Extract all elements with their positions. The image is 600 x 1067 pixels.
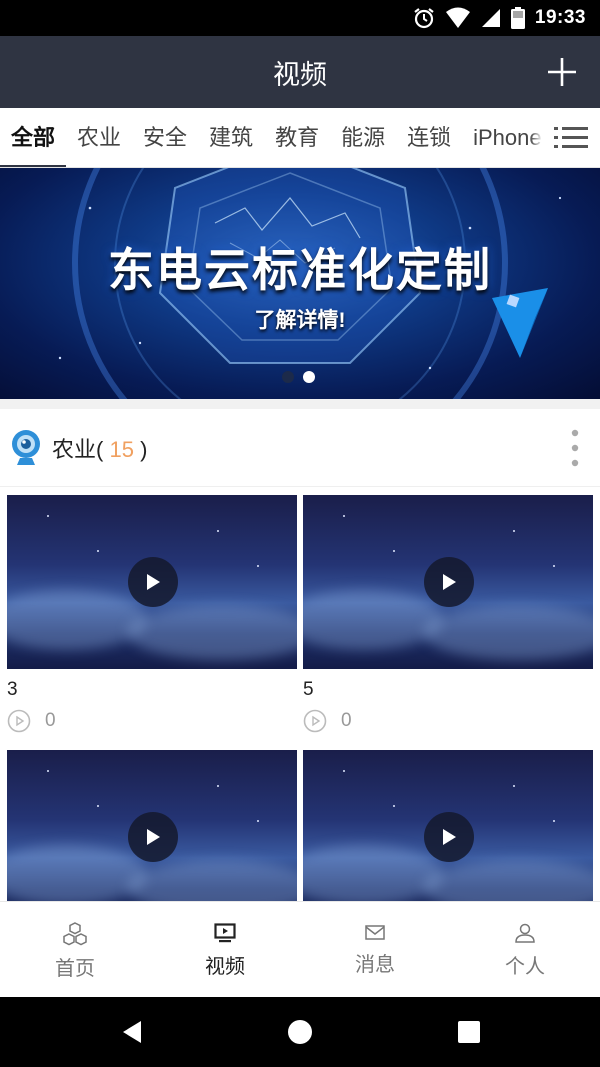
plus-icon	[548, 58, 576, 86]
section-title: 农业( 15 )	[52, 436, 148, 462]
banner-subline: 了解详情!	[254, 309, 346, 332]
play-button[interactable]	[424, 812, 474, 862]
video-title: 5	[303, 679, 314, 700]
tab-education[interactable]: 教育	[264, 108, 330, 167]
nav-label: 首页	[55, 958, 95, 980]
nav-profile[interactable]: 个人	[450, 902, 600, 997]
app-header: 视频	[0, 36, 600, 108]
nav-video[interactable]: 视频	[150, 902, 300, 997]
home-circle-icon[interactable]	[285, 1017, 315, 1047]
clock: 19:33	[534, 7, 586, 28]
video-thumbnail	[303, 750, 593, 901]
section-divider	[0, 399, 600, 409]
recents-square-icon[interactable]	[454, 1017, 484, 1047]
play-icon	[443, 829, 456, 845]
back-icon[interactable]	[117, 1017, 147, 1047]
cubes-icon	[63, 922, 87, 946]
section-header: 农业( 15 )	[0, 409, 600, 487]
play-icon	[147, 574, 160, 590]
list-menu-icon	[554, 126, 588, 148]
play-button[interactable]	[424, 557, 474, 607]
carousel-indicator	[282, 371, 315, 383]
carousel-dot[interactable]	[282, 371, 294, 383]
nav-label: 个人	[505, 956, 545, 978]
tab-energy[interactable]: 能源	[330, 108, 396, 167]
cell-signal-icon	[481, 9, 500, 27]
webcam-icon	[12, 429, 40, 465]
kebab-menu-icon	[571, 429, 579, 467]
video-thumbnail	[7, 750, 297, 901]
video-thumbnail	[303, 495, 593, 669]
view-count: 0	[303, 709, 352, 733]
play-button[interactable]	[128, 557, 178, 607]
status-bar: 19:33	[0, 0, 600, 36]
nav-messages[interactable]: 消息	[300, 902, 450, 997]
view-count-value: 0	[341, 710, 352, 731]
mail-icon	[365, 925, 385, 940]
section-name: 农业	[52, 436, 97, 462]
section-menu-button[interactable]	[568, 428, 582, 468]
tab-iphone[interactable]: iPhone	[462, 108, 553, 167]
nav-label: 视频	[205, 956, 245, 978]
promo-banner[interactable]: 东电云标准化定制 了解详情!	[0, 168, 600, 399]
video-grid: 3 0 5 0	[0, 487, 600, 901]
video-title: 3	[7, 679, 18, 700]
more-categories-button[interactable]	[542, 108, 600, 167]
add-button[interactable]	[540, 50, 584, 94]
play-button[interactable]	[128, 812, 178, 862]
nav-home[interactable]: 首页	[0, 902, 150, 997]
section-count: 15	[109, 436, 134, 462]
tab-all[interactable]: 全部	[0, 108, 67, 167]
nav-label: 消息	[355, 954, 395, 976]
banner-headline: 东电云标准化定制	[108, 244, 492, 296]
tab-safety[interactable]: 安全	[132, 108, 198, 167]
view-count: 0	[7, 709, 56, 733]
play-count-icon	[303, 709, 327, 733]
tab-chain[interactable]: 连锁	[396, 108, 462, 167]
view-count-value: 0	[45, 710, 56, 731]
tab-construction[interactable]: 建筑	[198, 108, 264, 167]
play-icon	[443, 574, 456, 590]
tab-row: 全部 农业 安全 建筑 教育 能源 连锁 iPhone	[0, 108, 553, 167]
video-thumbnail	[7, 495, 297, 669]
person-icon	[515, 923, 535, 943]
tab-agriculture[interactable]: 农业	[66, 108, 132, 167]
page-title: 视频	[273, 59, 327, 90]
carousel-dot-active[interactable]	[303, 371, 315, 383]
alarm-icon	[414, 8, 434, 29]
category-tabs: 全部 农业 安全 建筑 教育 能源 连锁 iPhone	[0, 108, 600, 168]
video-screen-icon	[214, 923, 236, 943]
wifi-icon	[445, 7, 470, 28]
play-icon	[147, 829, 160, 845]
play-count-icon	[7, 709, 31, 733]
bottom-navigation: 首页 视频 消息 个人	[0, 901, 600, 997]
battery-icon	[510, 7, 525, 29]
system-navigation-bar	[0, 997, 600, 1067]
